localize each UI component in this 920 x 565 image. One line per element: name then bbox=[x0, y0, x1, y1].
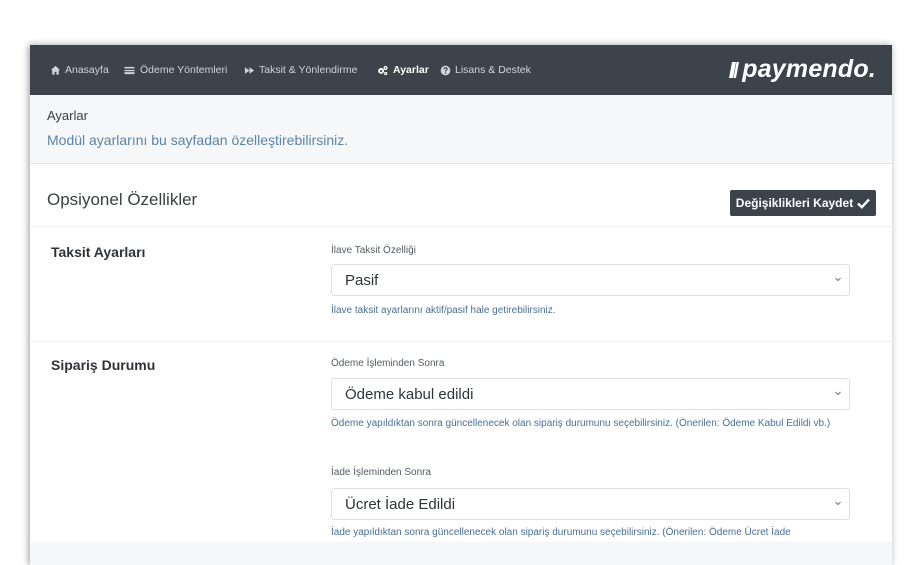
checkmark-icon bbox=[857, 198, 871, 209]
chevron-down-icon bbox=[835, 277, 841, 282]
nav-item-taksit-yonlendirme[interactable]: Taksit & Yönlendirme bbox=[244, 62, 357, 78]
page-title: Ayarlar bbox=[47, 108, 88, 123]
select-value: Ücret İade Edildi bbox=[345, 496, 456, 513]
nav-label: Anasayfa bbox=[65, 64, 109, 76]
nav-item-ayarlar[interactable]: Ayarlar bbox=[376, 62, 429, 78]
page-subtitle: Modül ayarlarını bu sayfadan özelleştire… bbox=[47, 132, 349, 148]
select-value: Ödeme kabul edildi bbox=[345, 386, 474, 403]
nav-item-lisans-destek[interactable]: Lisans & Destek bbox=[440, 62, 531, 78]
after-payment-label: Ödeme İşleminden Sonra bbox=[331, 358, 445, 369]
after-refund-status-select[interactable]: Ücret İade Edildi bbox=[331, 488, 850, 520]
fast-forward-icon bbox=[244, 66, 255, 74]
after-payment-help-text: Ödeme yapıldıktan sonra güncellenecek ol… bbox=[331, 418, 831, 429]
save-button-label: Değişiklikleri Kaydet bbox=[735, 196, 854, 210]
after-refund-label: İade İşleminden Sonra bbox=[331, 467, 432, 478]
taksit-settings-title: Taksit Ayarları bbox=[51, 244, 146, 260]
home-icon bbox=[50, 65, 61, 75]
app-window: Anasayfa Ödeme Yöntemleri Taksit & Yönle… bbox=[30, 45, 892, 565]
section-header: Opsiyonel Özellikler Değişiklikleri Kayd… bbox=[30, 164, 892, 227]
save-changes-button[interactable]: Değişiklikleri Kaydet bbox=[730, 190, 876, 216]
nav-label: Lisans & Destek bbox=[455, 64, 531, 76]
cogs-icon bbox=[378, 65, 388, 75]
select-value: Pasif bbox=[345, 272, 379, 289]
nav-label: Ayarlar bbox=[393, 64, 429, 76]
top-navbar: Anasayfa Ödeme Yöntemleri Taksit & Yönle… bbox=[30, 45, 892, 95]
credit-card-icon bbox=[124, 66, 135, 74]
paymendo-logo: paymendo. bbox=[728, 54, 876, 84]
nav-item-odeme-yontemleri[interactable]: Ödeme Yöntemleri bbox=[123, 62, 227, 78]
logo-text: paymendo. bbox=[742, 54, 876, 83]
bottom-footer-strip bbox=[30, 542, 892, 565]
chevron-down-icon bbox=[835, 391, 841, 396]
question-circle-icon bbox=[440, 65, 451, 75]
installment-help-text: İlave taksit ayarlarını aktif/pasif hale… bbox=[331, 305, 556, 316]
logo-mark-icon bbox=[729, 62, 740, 78]
nav-item-anasayfa[interactable]: Anasayfa bbox=[50, 62, 109, 78]
nav-label: Taksit & Yönlendirme bbox=[259, 64, 358, 76]
after-payment-status-select[interactable]: Ödeme kabul edildi bbox=[331, 378, 850, 410]
after-refund-help-text: İade yapıldıktan sonra güncellenecek ola… bbox=[331, 527, 791, 538]
page-header: Ayarlar Modül ayarlarını bu sayfadan öze… bbox=[30, 95, 892, 164]
order-status-title: Sipariş Durumu bbox=[51, 357, 156, 373]
nav-label: Ödeme Yöntemleri bbox=[140, 64, 228, 76]
installment-feature-label: İlave Taksit Özelliği bbox=[331, 245, 416, 256]
installment-feature-select[interactable]: Pasif bbox=[331, 264, 850, 296]
row-divider bbox=[30, 341, 892, 342]
chevron-down-icon bbox=[835, 501, 841, 506]
section-title: Opsiyonel Özellikler bbox=[47, 190, 198, 209]
